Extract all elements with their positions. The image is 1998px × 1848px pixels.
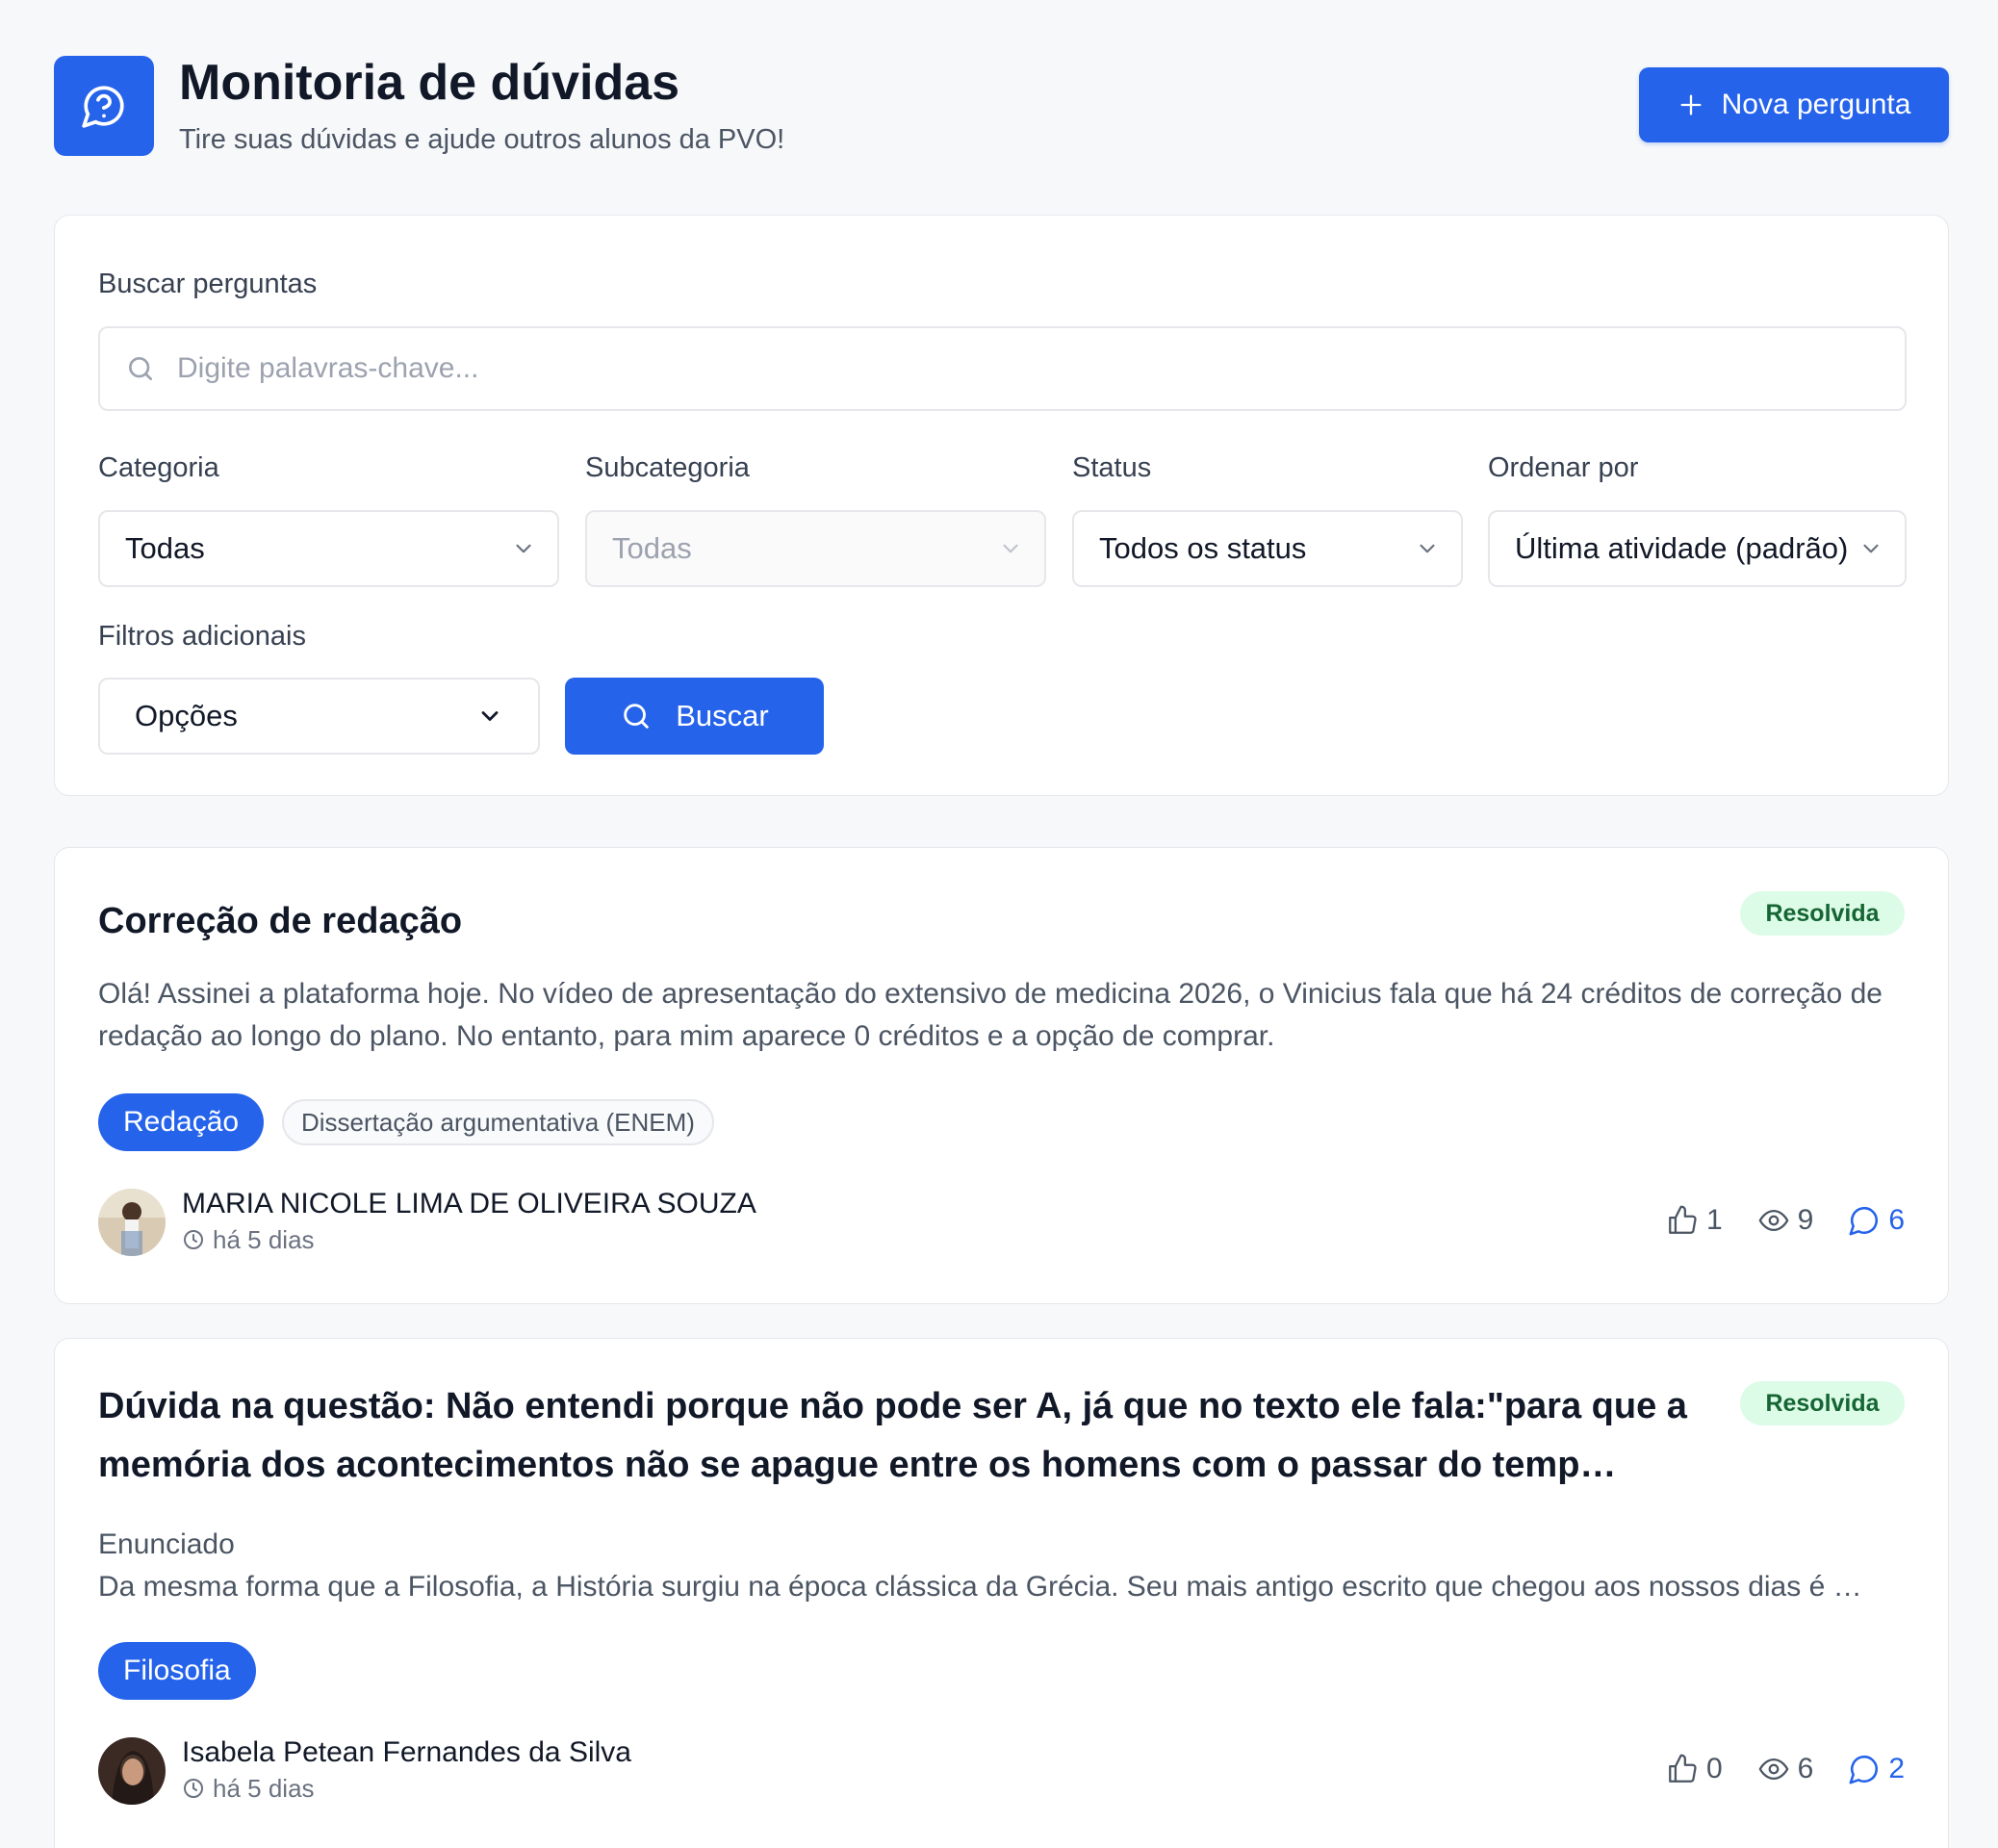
time-text: há 5 dias bbox=[213, 1774, 315, 1803]
likes-count: 1 bbox=[1705, 1204, 1723, 1236]
views-stat: 9 bbox=[1757, 1204, 1814, 1237]
status-label: Status bbox=[1072, 452, 1152, 483]
page-header: Monitoria de dúvidas Tire suas dúvidas e… bbox=[54, 56, 1949, 156]
category-tag[interactable]: Filosofia bbox=[98, 1642, 256, 1700]
author-name[interactable]: MARIA NICOLE LIMA DE OLIVEIRA SOUZA bbox=[182, 1187, 756, 1221]
logo bbox=[54, 56, 154, 156]
question-stats: 0 6 2 bbox=[1666, 1753, 1905, 1785]
question-title[interactable]: Dúvida na questão: Não entendi porque nã… bbox=[98, 1377, 1725, 1495]
avatar bbox=[98, 1189, 166, 1256]
subcategory-value: Todas bbox=[612, 531, 692, 565]
question-excerpt: Da mesma forma que a Filosofia, a Histór… bbox=[98, 1571, 1862, 1603]
status-badge: Resolvida bbox=[1740, 891, 1905, 936]
status-select[interactable]: Todos os status bbox=[1072, 510, 1463, 587]
author-name[interactable]: Isabela Petean Fernandes da Silva bbox=[182, 1735, 631, 1770]
question-card[interactable]: Dúvida na questão: Não entendi porque nã… bbox=[54, 1338, 1949, 1848]
avatar bbox=[98, 1737, 166, 1805]
extra-filters-label: Filtros adicionais bbox=[98, 621, 306, 652]
comment-icon bbox=[1848, 1753, 1881, 1785]
extra-filters-select[interactable]: Opções bbox=[98, 678, 540, 755]
page: Monitoria de dúvidas Tire suas dúvidas e… bbox=[0, 0, 1998, 1848]
views-count: 6 bbox=[1797, 1753, 1814, 1784]
sort-label: Ordenar por bbox=[1488, 452, 1639, 483]
subcategory-tag[interactable]: Dissertação argumentativa (ENEM) bbox=[282, 1099, 714, 1145]
status-badge: Resolvida bbox=[1740, 1381, 1905, 1425]
question-excerpt-heading: Enunciado bbox=[98, 1528, 235, 1560]
eye-icon bbox=[1757, 1753, 1790, 1785]
extra-filters-value: Opções bbox=[135, 699, 238, 732]
search-label: Buscar perguntas bbox=[98, 269, 318, 299]
category-select[interactable]: Todas bbox=[98, 510, 559, 587]
page-subtitle: Tire suas dúvidas e ajude outros alunos … bbox=[179, 124, 785, 155]
question-title[interactable]: Correção de redação bbox=[98, 892, 462, 951]
new-question-button[interactable]: Nova pergunta bbox=[1639, 67, 1949, 142]
question-stats: 1 9 6 bbox=[1666, 1204, 1905, 1237]
likes-count: 0 bbox=[1705, 1753, 1723, 1784]
category-value: Todas bbox=[125, 531, 205, 565]
subcategory-label: Subcategoria bbox=[585, 452, 750, 483]
filters-panel: Buscar perguntas Digite palavras-chave..… bbox=[54, 215, 1949, 796]
comments-stat[interactable]: 2 bbox=[1848, 1753, 1905, 1785]
likes-stat[interactable]: 1 bbox=[1666, 1204, 1723, 1237]
search-input[interactable]: Digite palavras-chave... bbox=[98, 326, 1907, 411]
question-card[interactable]: Correção de redação Resolvida Olá! Assin… bbox=[54, 847, 1949, 1304]
post-time: há 5 dias bbox=[182, 1774, 315, 1803]
question-excerpt: Olá! Assinei a plataforma hoje. No vídeo… bbox=[98, 978, 1883, 1052]
status-value: Todos os status bbox=[1099, 531, 1307, 565]
category-tag[interactable]: Redação bbox=[98, 1093, 265, 1151]
search-button-label: Buscar bbox=[676, 699, 769, 732]
comments-count: 6 bbox=[1888, 1204, 1905, 1236]
thumbs-up-icon bbox=[1666, 1204, 1699, 1237]
question-chat-icon bbox=[80, 82, 128, 130]
eye-icon bbox=[1757, 1204, 1790, 1237]
category-label: Categoria bbox=[98, 452, 219, 483]
chevron-down-icon bbox=[1858, 536, 1883, 561]
chevron-down-icon bbox=[511, 536, 536, 561]
time-text: há 5 dias bbox=[213, 1225, 315, 1254]
thumbs-up-icon bbox=[1666, 1753, 1699, 1785]
new-question-label: Nova pergunta bbox=[1721, 89, 1911, 120]
sort-select[interactable]: Última atividade (padrão) bbox=[1488, 510, 1907, 587]
views-count: 9 bbox=[1797, 1204, 1814, 1236]
search-icon bbox=[125, 353, 156, 384]
comments-count: 2 bbox=[1888, 1753, 1905, 1784]
plus-icon bbox=[1678, 91, 1704, 118]
chevron-down-icon bbox=[998, 536, 1023, 561]
comment-icon bbox=[1848, 1204, 1881, 1237]
clock-icon bbox=[182, 1777, 205, 1800]
chevron-down-icon bbox=[476, 703, 503, 730]
comments-stat[interactable]: 6 bbox=[1848, 1204, 1905, 1237]
page-title: Monitoria de dúvidas bbox=[179, 55, 680, 111]
search-placeholder: Digite palavras-chave... bbox=[177, 352, 479, 384]
chevron-down-icon bbox=[1415, 536, 1440, 561]
clock-icon bbox=[182, 1228, 205, 1251]
views-stat: 6 bbox=[1757, 1753, 1814, 1785]
search-icon bbox=[620, 700, 653, 732]
likes-stat[interactable]: 0 bbox=[1666, 1753, 1723, 1785]
subcategory-select[interactable]: Todas bbox=[585, 510, 1046, 587]
search-button[interactable]: Buscar bbox=[565, 678, 824, 755]
post-time: há 5 dias bbox=[182, 1225, 315, 1254]
sort-value: Última atividade (padrão) bbox=[1515, 531, 1849, 565]
